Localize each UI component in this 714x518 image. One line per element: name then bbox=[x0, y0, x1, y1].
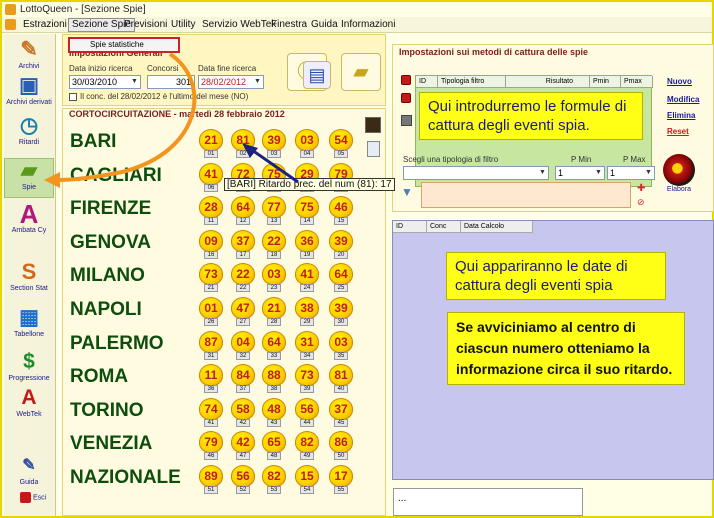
blue-arrow bbox=[251, 148, 299, 184]
annotation-arrows bbox=[44, 52, 299, 188]
orange-arrow bbox=[57, 52, 197, 182]
app-window: LottoQueen - [Sezione Spie] Estrazioni S… bbox=[0, 0, 714, 518]
orange-arrow-head bbox=[44, 172, 60, 188]
blue-arrow-head bbox=[242, 143, 258, 158]
